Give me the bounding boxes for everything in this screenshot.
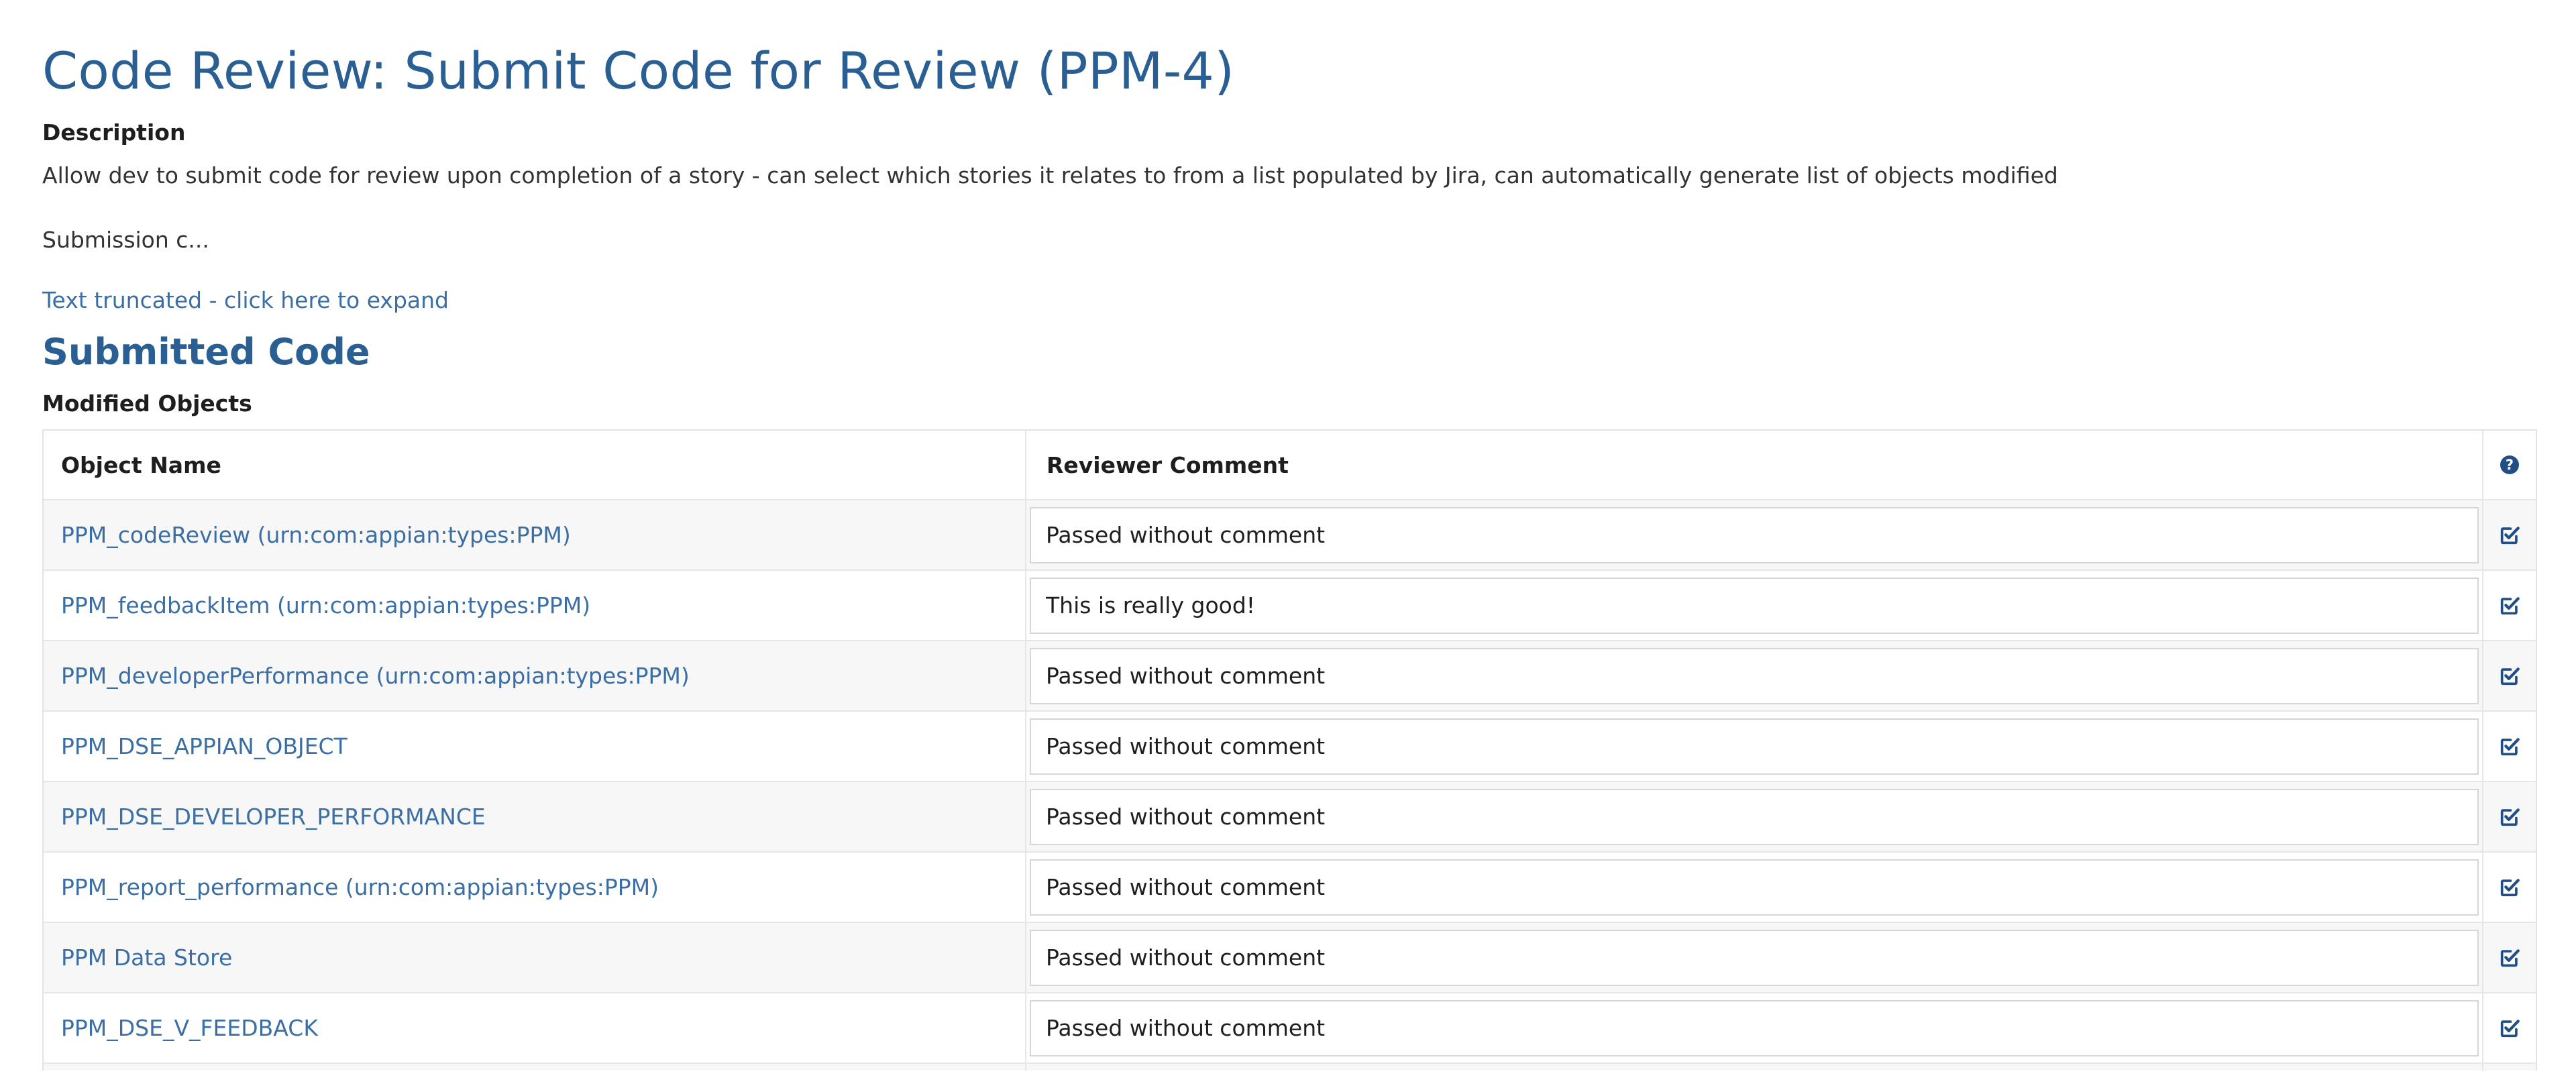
table-row: PPM_DSE_V_FEEDBACK [44,993,2536,1064]
reviewer-comment-header-cell: Reviewer Comment [1026,431,2483,499]
reviewer-comment-cell [1026,782,2483,851]
table-row: PPM_DSE_DEVELOPER_PERFORMANCE [44,782,2536,853]
reviewer-comment-cell [1026,500,2483,569]
partial-action-cell [2483,1064,2536,1071]
object-name-cell: PPM_codeReview (urn:com:appian:types:PPM… [44,500,1026,569]
row-action-cell [2483,500,2536,569]
object-name-link[interactable]: PPM Data Store [61,944,232,971]
reviewer-comment-input[interactable] [1030,577,2479,634]
reviewer-comment-input[interactable] [1030,929,2479,986]
code-review-page: Code Review: Submit Code for Review (PPM… [0,0,2576,1086]
object-name-column-header: Object Name [61,451,221,478]
object-name-cell: PPM_DSE_DEVELOPER_PERFORMANCE [44,782,1026,851]
grid-header-row: Object Name Reviewer Comment ? [44,431,2536,500]
help-header-cell: ? [2483,431,2536,499]
table-row: PPM_report_performance (urn:com:appian:t… [44,853,2536,923]
table-row: PPM Data Store [44,923,2536,993]
row-action-cell [2483,853,2536,922]
table-row: PPM_feedbackItem (urn:com:appian:types:P… [44,571,2536,641]
description-text: Allow dev to submit code for review upon… [42,162,2058,188]
row-action-cell [2483,641,2536,710]
object-name-header-cell: Object Name [44,431,1026,499]
expand-text-link[interactable]: Text truncated - click here to expand [42,286,449,315]
row-action-cell [2483,993,2536,1063]
checkbox-edit-icon[interactable] [2498,946,2521,969]
object-name-link[interactable]: PPM_developerPerformance (urn:com:appian… [61,663,690,689]
checkbox-edit-icon[interactable] [2498,665,2521,688]
object-name-cell: PPM_DSE_APPIAN_OBJECT [44,712,1026,781]
partial-name-cell [44,1064,1026,1071]
table-row: PPM_DSE_APPIAN_OBJECT [44,712,2536,782]
row-action-cell [2483,782,2536,851]
table-row-partial [44,1064,2536,1071]
object-name-link[interactable]: PPM_DSE_APPIAN_OBJECT [61,733,347,759]
object-name-cell: PPM Data Store [44,923,1026,992]
reviewer-comment-cell [1026,641,2483,710]
object-name-cell: PPM_feedbackItem (urn:com:appian:types:P… [44,571,1026,640]
object-name-link[interactable]: PPM_DSE_V_FEEDBACK [61,1015,318,1041]
reviewer-comment-cell [1026,853,2483,922]
help-icon[interactable]: ? [2500,455,2519,474]
checkbox-edit-icon[interactable] [2498,876,2521,899]
reviewer-comment-cell [1026,923,2483,992]
object-name-link[interactable]: PPM_codeReview (urn:com:appian:types:PPM… [61,522,571,548]
reviewer-comment-column-header: Reviewer Comment [1046,451,1289,478]
modified-objects-grid: Object Name Reviewer Comment ? PPM_codeR… [42,429,2537,1071]
reviewer-comment-cell [1026,712,2483,781]
reviewer-comment-cell [1026,993,2483,1063]
checkbox-edit-icon[interactable] [2498,806,2521,828]
reviewer-comment-input[interactable] [1030,788,2479,845]
reviewer-comment-input[interactable] [1030,647,2479,704]
checkbox-edit-icon[interactable] [2498,1017,2521,1040]
description-truncated-text: Submission c... [42,227,209,253]
row-action-cell [2483,712,2536,781]
object-name-link[interactable]: PPM_DSE_DEVELOPER_PERFORMANCE [61,804,486,830]
modified-objects-label: Modified Objects [42,390,252,417]
table-row: PPM_developerPerformance (urn:com:appian… [44,641,2536,712]
grid-body: PPM_codeReview (urn:com:appian:types:PPM… [44,500,2536,1064]
checkbox-edit-icon[interactable] [2498,524,2521,547]
object-name-cell: PPM_report_performance (urn:com:appian:t… [44,853,1026,922]
checkbox-edit-icon[interactable] [2498,594,2521,617]
object-name-cell: PPM_DSE_V_FEEDBACK [44,993,1026,1063]
table-row: PPM_codeReview (urn:com:appian:types:PPM… [44,500,2536,571]
reviewer-comment-cell [1026,571,2483,640]
page-title: Code Review: Submit Code for Review (PPM… [42,41,1235,101]
object-name-link[interactable]: PPM_feedbackItem (urn:com:appian:types:P… [61,592,590,618]
reviewer-comment-input[interactable] [1030,718,2479,775]
object-name-link[interactable]: PPM_report_performance (urn:com:appian:t… [61,874,659,900]
partial-comment-cell [1026,1064,2483,1071]
submitted-code-heading: Submitted Code [42,331,370,373]
checkbox-edit-icon[interactable] [2498,735,2521,758]
reviewer-comment-input[interactable] [1030,859,2479,916]
row-action-cell [2483,571,2536,640]
object-name-cell: PPM_developerPerformance (urn:com:appian… [44,641,1026,710]
reviewer-comment-input[interactable] [1030,506,2479,563]
description-label: Description [42,119,186,146]
row-action-cell [2483,923,2536,992]
reviewer-comment-input[interactable] [1030,999,2479,1056]
